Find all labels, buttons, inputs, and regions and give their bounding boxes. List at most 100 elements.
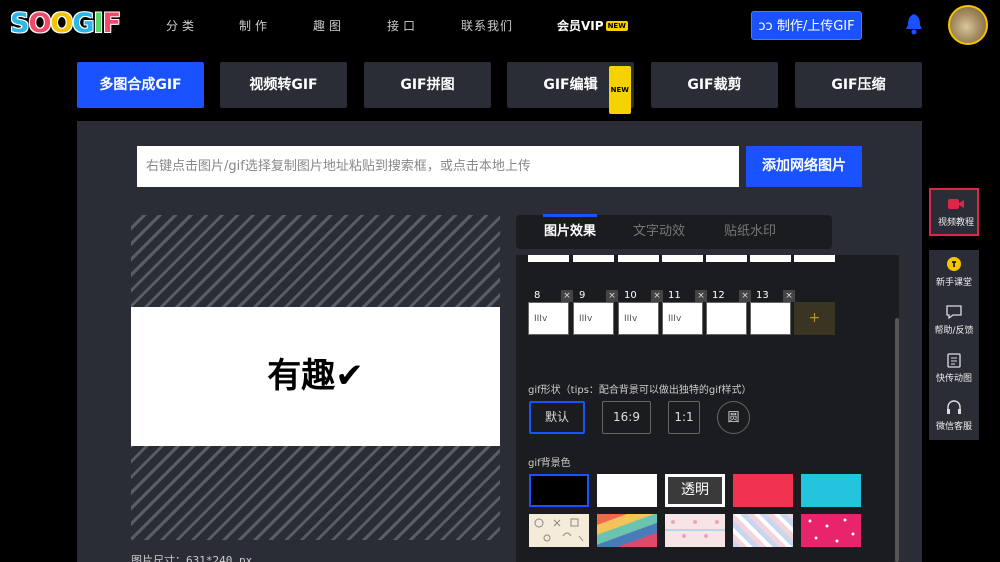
- nav-make[interactable]: 制作: [239, 17, 271, 34]
- shape-1-1[interactable]: 1:1: [668, 401, 700, 434]
- frame-index: 9 ×: [573, 290, 618, 302]
- nav-contact[interactable]: 联系我们: [461, 17, 513, 34]
- side-label: 微信客服: [935, 422, 972, 432]
- doodle-pattern: [534, 518, 584, 542]
- add-frame-button[interactable]: +: [794, 302, 835, 335]
- frame-number: 9: [579, 290, 586, 301]
- side-label: 帮助/反馈: [934, 326, 974, 336]
- side-wechat-support[interactable]: 微信客服: [929, 394, 979, 439]
- bg-pattern-hearts[interactable]: [801, 514, 861, 547]
- frame-index: 12 ×: [706, 290, 751, 302]
- frame-index: 10 ×: [618, 290, 663, 302]
- bg-swatch-red[interactable]: [733, 474, 793, 507]
- frame-thumb[interactable]: [528, 255, 569, 262]
- tool-label: GIF编辑: [543, 77, 598, 93]
- shape-circle[interactable]: 圆: [717, 401, 750, 434]
- frame-thumb-text: IIIv: [534, 314, 548, 324]
- bg-pattern-doodle[interactable]: [529, 514, 589, 547]
- frame-number: 8: [534, 290, 541, 301]
- bg-pattern-plaid[interactable]: [733, 514, 793, 547]
- shape-label: gif形状（tips：配合背景可以做出独特的gif样式）: [528, 385, 752, 396]
- frame-delete-button[interactable]: ×: [783, 290, 795, 302]
- chat-icon: [946, 305, 962, 320]
- frame-thumb[interactable]: [618, 255, 659, 262]
- side-beginner-class[interactable]: 新手课堂: [929, 250, 979, 295]
- tool-gif-crop[interactable]: GIF裁剪: [651, 62, 778, 108]
- frame-delete-button[interactable]: ×: [606, 290, 618, 302]
- frame-thumb[interactable]: IIIv: [662, 302, 703, 335]
- shape-16-9[interactable]: 16:9: [602, 401, 651, 434]
- image-size-label: 图片尺寸：631*240 px: [131, 554, 253, 562]
- shape-default[interactable]: 默认: [529, 401, 585, 434]
- frame-thumb-text: IIIv: [579, 314, 593, 324]
- frame-thumb[interactable]: IIIv: [528, 302, 569, 335]
- frame-number: 11: [668, 290, 681, 301]
- nav-category[interactable]: 分类: [166, 17, 198, 34]
- frame-thumb[interactable]: [573, 255, 614, 262]
- nav-fun[interactable]: 趣图: [313, 17, 345, 34]
- side-quick-upload[interactable]: 快传动图: [929, 346, 979, 391]
- add-web-image-button[interactable]: 添加网络图片: [746, 146, 862, 187]
- frame-number: 12: [712, 290, 725, 301]
- clipboard-icon: [947, 353, 961, 368]
- frame-thumb[interactable]: [706, 255, 747, 262]
- user-avatar[interactable]: [948, 5, 988, 45]
- frame-index: 8 ×: [528, 290, 573, 302]
- frame-thumb[interactable]: IIIv: [573, 302, 614, 335]
- effect-tabs: 图片效果 文字动效 贴纸水印: [516, 214, 832, 249]
- nav-api[interactable]: 接口: [387, 17, 419, 34]
- tab-text-animation[interactable]: 文字动效: [633, 215, 685, 249]
- nav-vip[interactable]: 会员VIP NEW: [557, 17, 628, 34]
- tool-gif-compress[interactable]: GIF压缩: [795, 62, 922, 108]
- bg-swatch-black[interactable]: [529, 474, 589, 507]
- frame-index: 11 ×: [662, 290, 707, 302]
- new-badge: NEW: [605, 21, 628, 31]
- bell-icon[interactable]: [905, 13, 923, 35]
- headset-icon: [947, 400, 961, 414]
- logo[interactable]: SOOGIF: [10, 8, 121, 39]
- frame-thumb[interactable]: [750, 302, 791, 335]
- tool-multi-image-gif[interactable]: 多图合成GIF: [77, 62, 204, 108]
- side-video-tutorial[interactable]: 视频教程: [929, 188, 979, 236]
- upload-gif-button[interactable]: ↄↄ 制作/上传GIF: [751, 11, 862, 40]
- bg-color-label: gif背景色: [528, 458, 571, 469]
- tool-video-to-gif[interactable]: 视频转GIF: [220, 62, 347, 108]
- bg-swatch-white[interactable]: [597, 474, 657, 507]
- settings-scrollbar[interactable]: [895, 318, 899, 562]
- bg-pattern-pink[interactable]: [665, 514, 725, 547]
- side-help-feedback[interactable]: 帮助/反馈: [929, 298, 979, 343]
- tool-label: GIF压缩: [831, 77, 886, 93]
- frame-thumb-text: IIIv: [624, 314, 638, 324]
- frame-thumb[interactable]: [750, 255, 791, 262]
- tab-image-effect[interactable]: 图片效果: [542, 214, 598, 249]
- new-badge: NEW: [608, 66, 631, 114]
- side-toolbar: 新手课堂 帮助/反馈 快传动图 微信客服: [929, 250, 979, 440]
- frame-thumb[interactable]: IIIv: [618, 302, 659, 335]
- frame-thumb[interactable]: [794, 255, 835, 262]
- frame-number: 10: [624, 290, 637, 301]
- tool-gif-edit[interactable]: GIF编辑 NEW: [507, 62, 634, 114]
- bg-pattern-stripes[interactable]: [597, 514, 657, 547]
- tool-label: 多图合成GIF: [99, 77, 182, 93]
- tool-label: 视频转GIF: [249, 77, 318, 93]
- frame-index: 13 ×: [750, 290, 795, 302]
- tool-gif-collage[interactable]: GIF拼图: [364, 62, 491, 108]
- frame-thumb[interactable]: [706, 302, 747, 335]
- lightbulb-icon: [947, 257, 961, 271]
- frame-delete-button[interactable]: ×: [561, 290, 573, 302]
- top-header: SOOGIF 分类 制作 趣图 接口 联系我们 会员VIP NEW ↄↄ 制作/上…: [0, 0, 1000, 50]
- upload-icon: ↄↄ: [758, 19, 777, 34]
- bg-swatch-transparent[interactable]: 透明: [665, 474, 725, 507]
- frame-thumb[interactable]: [662, 255, 703, 262]
- image-url-input[interactable]: [137, 146, 739, 187]
- video-camera-icon: [948, 199, 964, 209]
- hearts-pattern: [808, 518, 855, 543]
- side-label: 新手课堂: [935, 278, 972, 288]
- vip-label: 会员VIP: [557, 19, 604, 33]
- frame-number: 13: [756, 290, 769, 301]
- upload-label: 制作/上传GIF: [776, 19, 855, 34]
- side-label: 快传动图: [935, 374, 972, 384]
- side-video-tutorial-inner: 视频教程: [931, 190, 981, 235]
- bg-swatch-cyan[interactable]: [801, 474, 861, 507]
- tab-sticker-watermark[interactable]: 贴纸水印: [724, 215, 776, 249]
